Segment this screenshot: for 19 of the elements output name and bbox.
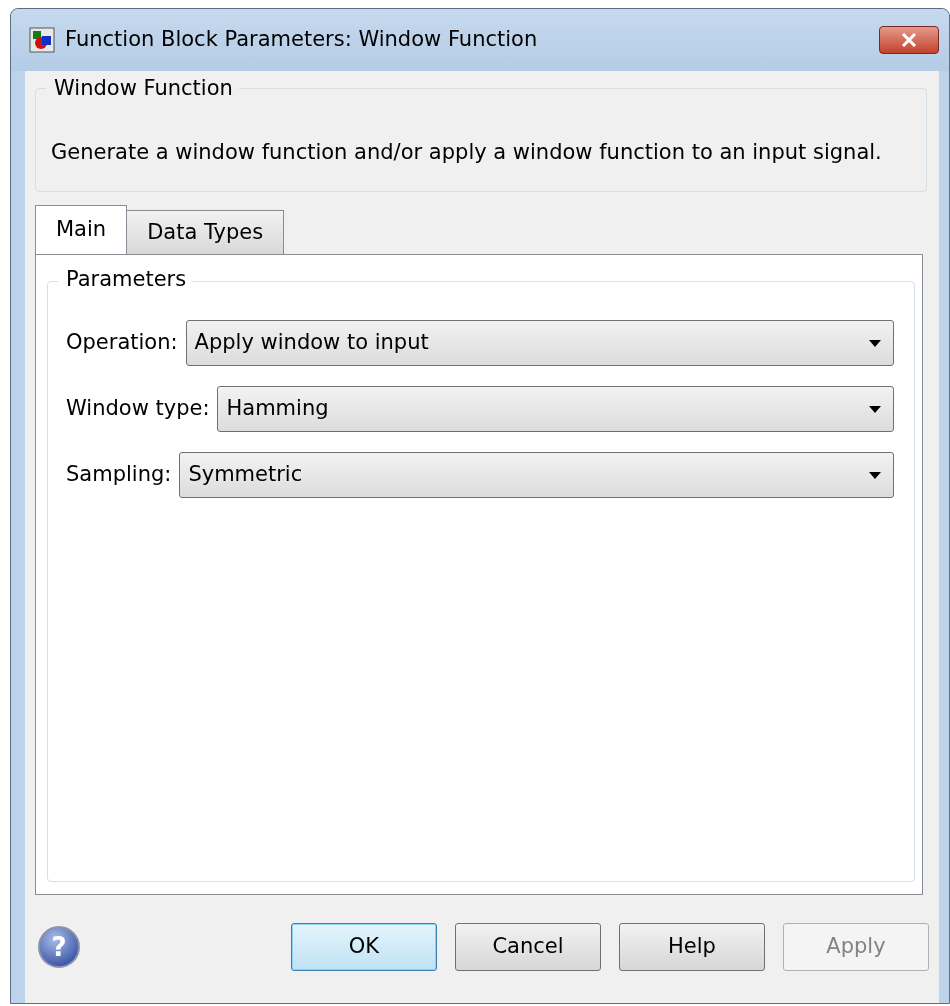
- caret-icon: [869, 471, 881, 479]
- dropdown[interactable]: Hamming: [217, 386, 894, 432]
- field-label: Sampling:: [66, 461, 172, 489]
- tab[interactable]: Data Types: [126, 210, 285, 254]
- dialog-button[interactable]: Help: [619, 923, 765, 971]
- block-diagram-icon: [29, 27, 55, 53]
- close-button[interactable]: [879, 26, 939, 54]
- window-title: Function Block Parameters: Window Function: [65, 26, 539, 54]
- field-label: Window type:: [66, 395, 210, 423]
- tab[interactable]: Main: [35, 205, 128, 254]
- dialog-button[interactable]: OK: [291, 923, 437, 971]
- description-text: Generate a window function and/or apply a window function to an input signal.: [50, 139, 883, 166]
- dialog-button[interactable]: Cancel: [455, 923, 601, 971]
- dropdown[interactable]: Symmetric: [179, 452, 894, 498]
- field-label: Operation:: [66, 329, 178, 357]
- close-icon: [901, 33, 917, 47]
- dropdown[interactable]: Apply window to input: [185, 320, 894, 366]
- caret-icon: [869, 339, 881, 347]
- caret-icon: [869, 405, 881, 413]
